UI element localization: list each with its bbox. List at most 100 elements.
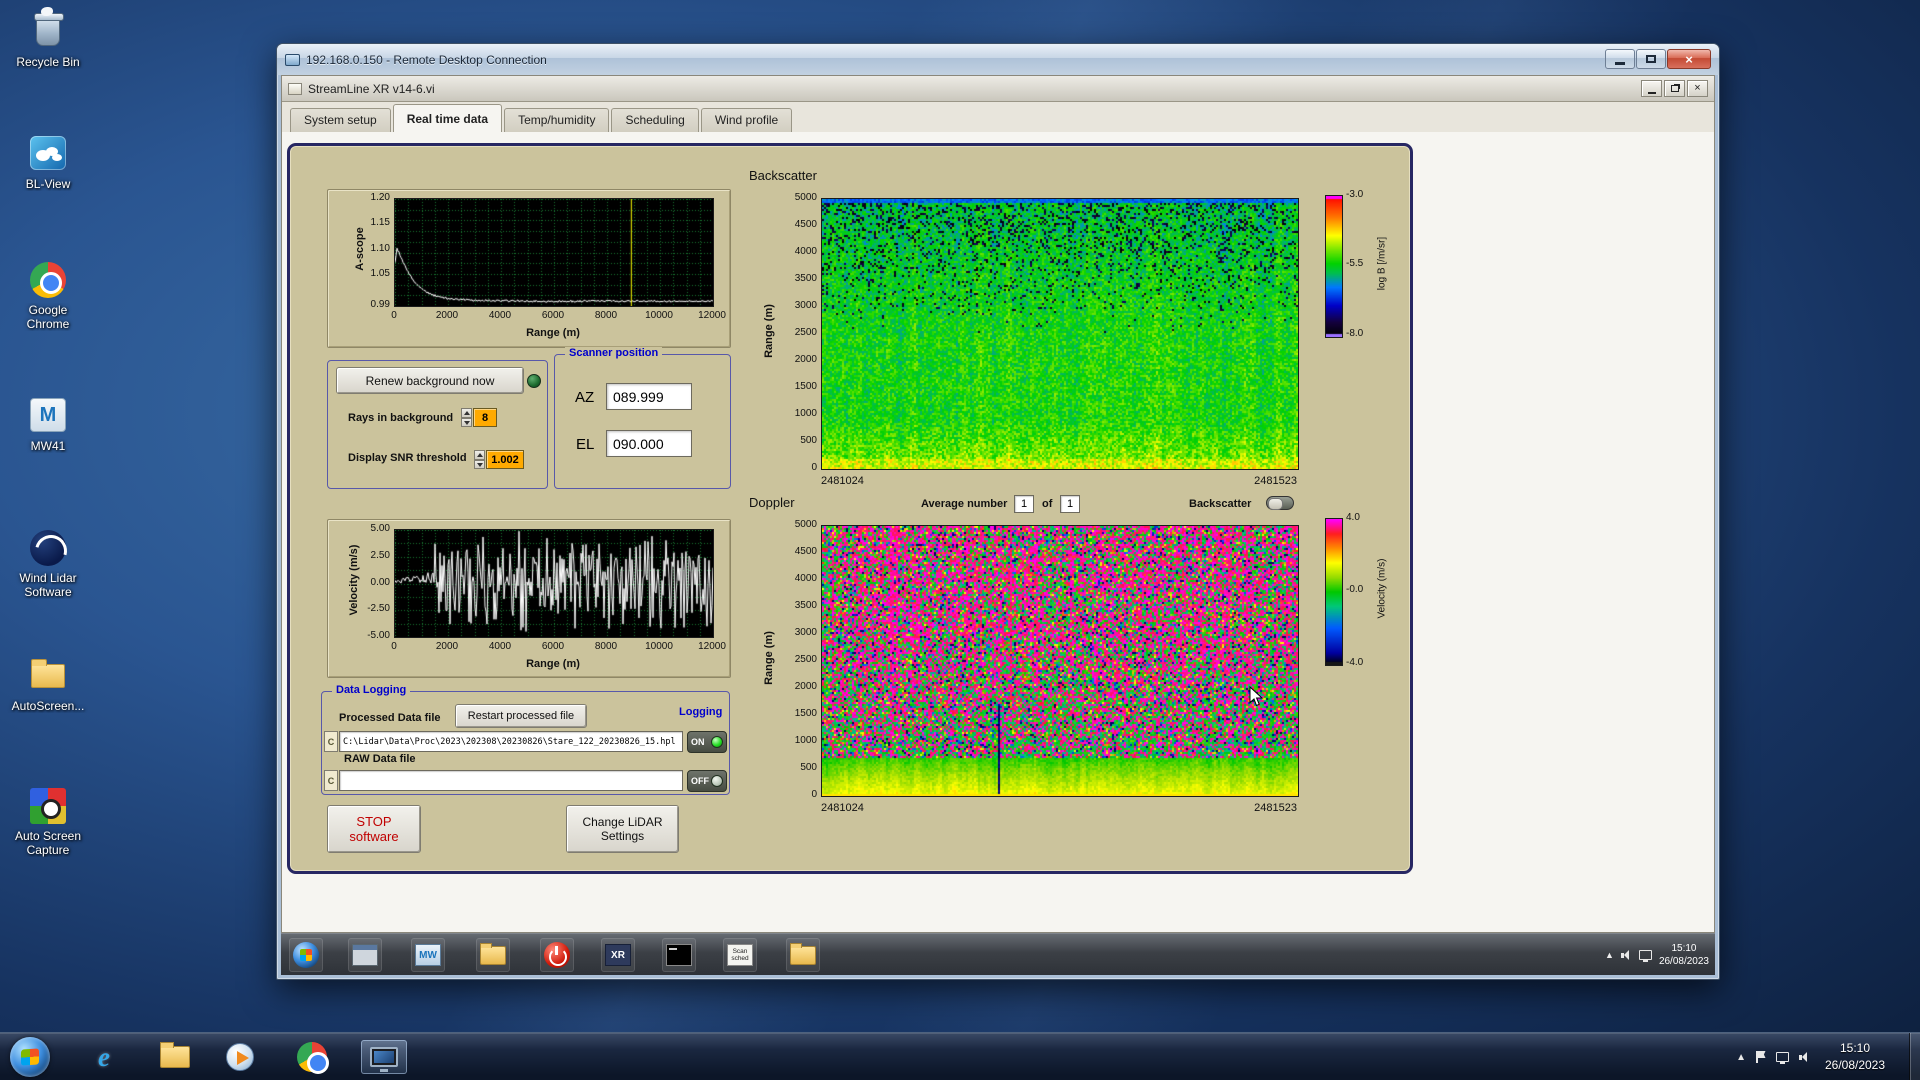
vi-titlebar[interactable]: StreamLine XR v14-6.vi	[282, 76, 1714, 102]
tick-label: 500	[800, 435, 817, 446]
el-label: EL	[576, 436, 595, 453]
remote-network-icon[interactable]	[1638, 950, 1652, 962]
hidden-icons-chevron[interactable]: ▲	[1736, 1052, 1746, 1063]
remote-taskbar-app-console[interactable]	[662, 938, 696, 972]
average-number-box[interactable]: 1	[1014, 495, 1034, 513]
volume-icon[interactable]	[1799, 1051, 1810, 1063]
tick-label: -2.50	[367, 603, 390, 615]
snr-value-box[interactable]: 1.002	[486, 450, 524, 469]
raw-path-field[interactable]	[339, 770, 683, 791]
remote-taskbar-app-window[interactable]	[348, 938, 382, 972]
processed-path-field[interactable]: C:\Lidar\Data\Proc\2023\202308\20230826\…	[339, 731, 683, 752]
backscatter-ylabel: Range (m)	[763, 304, 775, 358]
remote-taskbar-app-folder2[interactable]	[786, 938, 820, 972]
raw-drive-letter[interactable]: C	[324, 770, 338, 791]
tick-label: 0	[391, 310, 397, 321]
snr-spinner[interactable]	[474, 450, 485, 469]
remote-taskbar-app-folder[interactable]	[476, 938, 510, 972]
tick-label: 10000	[645, 641, 673, 652]
remote-volume-icon[interactable]	[1620, 949, 1632, 961]
backscatter-cb-tick-max: -3.0	[1346, 189, 1364, 200]
average-count-box[interactable]: 1	[1060, 495, 1080, 513]
rays-spinner[interactable]	[461, 408, 472, 427]
tab-real-time-data[interactable]: Real time data	[392, 104, 503, 132]
remote-start-button[interactable]	[289, 938, 323, 972]
tick-label: 0	[811, 789, 817, 800]
remote-taskbar-app-scan-sched[interactable]: Scan sched	[723, 938, 757, 972]
clock-date: 26/08/2023	[1824, 1058, 1886, 1072]
desktop-icon-recycle-bin[interactable]: Recycle Bin	[6, 7, 90, 69]
tick-label: 5000	[794, 519, 817, 530]
tab-system-setup[interactable]: System setup	[290, 108, 391, 132]
tab-temp-humidity[interactable]: Temp/humidity	[504, 108, 610, 132]
average-number-label: Average number	[921, 498, 1008, 510]
doppler-ylabel: Range (m)	[763, 631, 775, 685]
auto-screen-capture-icon	[26, 786, 70, 826]
network-icon[interactable]	[1776, 1052, 1789, 1064]
tick-label: 4000	[794, 246, 817, 257]
backscatter-display-toggle[interactable]	[1266, 496, 1294, 510]
mw41-icon: M	[26, 396, 70, 436]
tick-label: 0	[811, 462, 817, 473]
vi-restore-button[interactable]	[1664, 80, 1685, 97]
rdp-titlebar[interactable]: 192.168.0.150 - Remote Desktop Connectio…	[277, 44, 1719, 75]
raw-data-file-label: RAW Data file	[344, 753, 416, 765]
tab-scheduling[interactable]: Scheduling	[611, 108, 699, 132]
scanner-position-group: Scanner position AZ 089.999 EL 090.000	[554, 347, 731, 489]
taskbar-media-player[interactable]	[222, 1040, 258, 1074]
start-button[interactable]	[10, 1037, 50, 1077]
vi-minimize-button[interactable]	[1641, 80, 1662, 97]
velocity-plot	[394, 529, 714, 638]
doppler-cb-tick-max: 4.0	[1346, 512, 1360, 523]
tick-label: 2.50	[370, 549, 390, 561]
action-center-flag-icon[interactable]	[1756, 1051, 1766, 1063]
vi-close-button[interactable]: ×	[1687, 80, 1708, 97]
restart-processed-file-button[interactable]: Restart processed file	[455, 704, 587, 728]
desktop-icon-mw41[interactable]: M MW41	[6, 396, 90, 453]
taskbar-windows-explorer[interactable]	[157, 1040, 193, 1074]
tick-label: 500	[800, 762, 817, 773]
desktop-icon-bl-view[interactable]: BL-View	[6, 134, 90, 191]
remote-taskbar-app-mw[interactable]: MW	[411, 938, 445, 972]
rdp-maximize-button[interactable]	[1636, 49, 1666, 69]
renew-background-button[interactable]: Renew background now	[336, 367, 524, 394]
rdp-window-icon	[285, 53, 300, 66]
rdp-minimize-button[interactable]	[1605, 49, 1635, 69]
desktop-icon-wind-lidar-software[interactable]: Wind Lidar Software	[6, 528, 90, 599]
rdp-close-button[interactable]: ×	[1667, 49, 1711, 69]
remote-taskbar-app-power[interactable]	[540, 938, 574, 972]
doppler-x-end: 2481523	[1254, 802, 1297, 814]
ascope-plot	[394, 198, 714, 307]
folder-icon	[480, 942, 506, 965]
show-desktop-button[interactable]	[1909, 1033, 1920, 1080]
rdp-client-area: StreamLine XR v14-6.vi × System setup Re…	[281, 75, 1715, 975]
desktop-icon-label: Recycle Bin	[16, 55, 80, 69]
change-lidar-settings-button[interactable]: Change LiDAR Settings	[566, 805, 679, 853]
desktop-icon-label: Wind Lidar Software	[19, 571, 77, 599]
desktop-icon-google-chrome[interactable]: Google Chrome	[6, 260, 90, 331]
remote-taskbar-app-xr[interactable]: XR	[601, 938, 635, 972]
az-value-box[interactable]: 089.999	[606, 383, 692, 410]
remote-hidden-icons-chevron[interactable]: ▲	[1605, 950, 1614, 960]
processed-drive-letter[interactable]: C	[324, 731, 338, 752]
tick-label: 4500	[794, 219, 817, 230]
rays-in-background-label: Rays in background	[348, 412, 454, 424]
el-value-box[interactable]: 090.000	[606, 430, 692, 457]
taskbar-clock[interactable]: 15:10 26/08/2023	[1812, 1040, 1898, 1074]
tick-label: 6000	[541, 641, 565, 652]
desktop-icon-auto-screen-capture[interactable]: Auto Screen Capture	[6, 786, 90, 857]
window-icon	[352, 944, 378, 966]
tab-wind-profile[interactable]: Wind profile	[700, 108, 793, 132]
taskbar-remote-desktop-active[interactable]	[361, 1040, 407, 1074]
stop-software-button[interactable]: STOP software	[327, 805, 421, 853]
remote-clock[interactable]: 15:10 26/08/2023	[1659, 942, 1709, 968]
processed-logging-toggle[interactable]: ON	[687, 731, 727, 753]
taskbar-internet-explorer[interactable]: e	[86, 1040, 122, 1074]
desktop-icon-autoscreen[interactable]: AutoScreen...	[6, 656, 90, 713]
of-label: of	[1042, 498, 1053, 510]
rays-value-box[interactable]: 8	[473, 408, 497, 427]
taskbar-chrome[interactable]	[294, 1040, 330, 1074]
desktop-icon-label: BL-View	[25, 177, 71, 191]
raw-logging-toggle[interactable]: OFF	[687, 770, 727, 792]
tick-label: 3500	[794, 273, 817, 284]
